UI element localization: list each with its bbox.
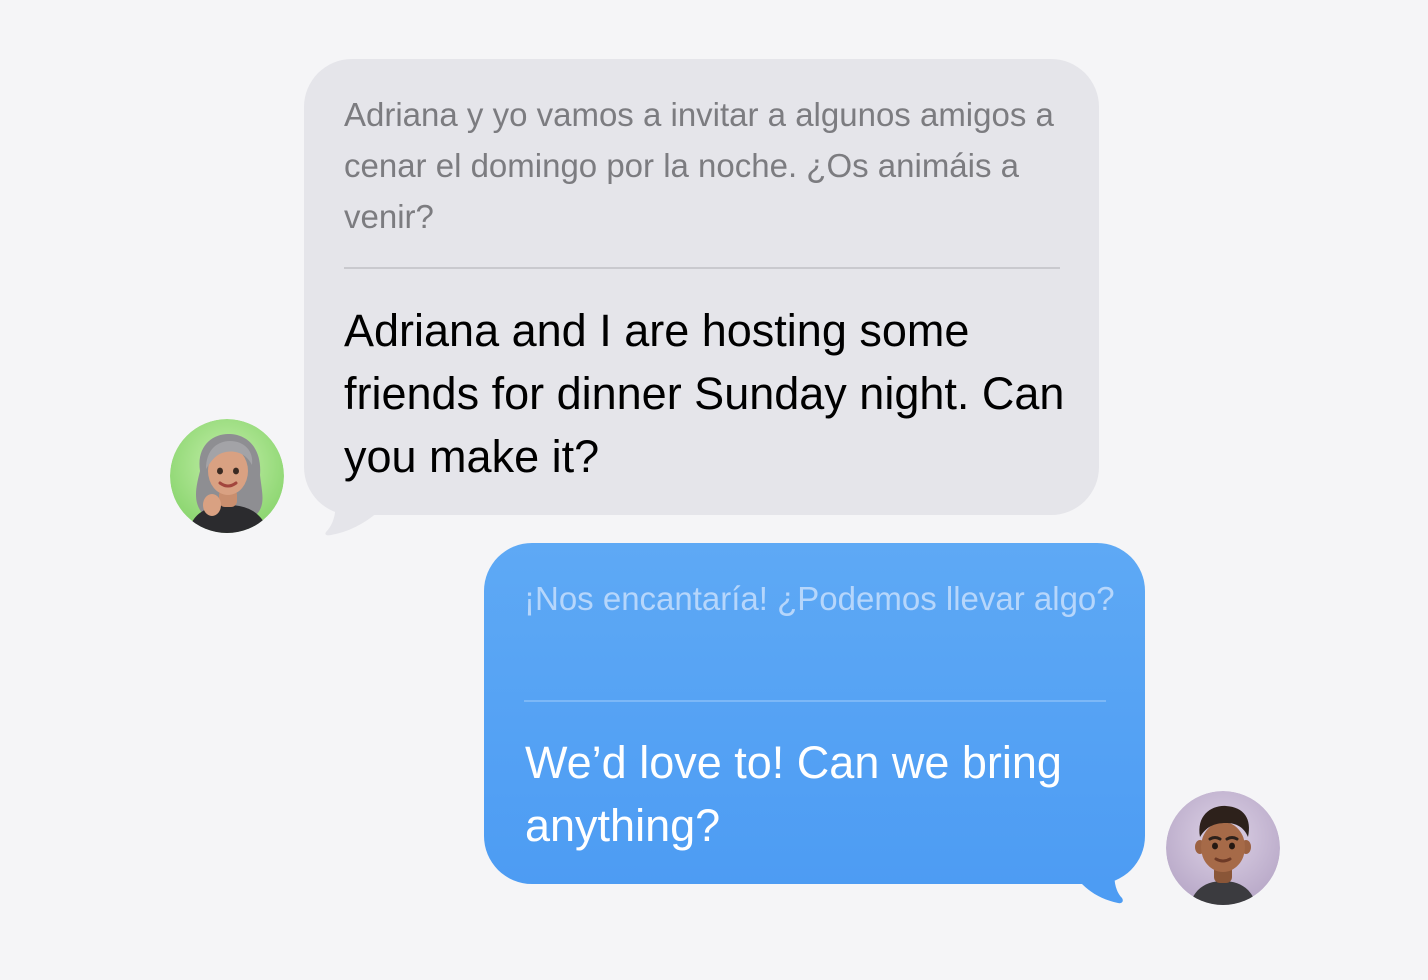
received-translated-text: Adriana and I are hosting some friends f… xyxy=(344,305,1065,482)
sent-translated-text: We’d love to! Can we bring anything? xyxy=(525,737,1062,851)
received-message-bubble[interactable]: Adriana y yo vamos a invitar a algunos a… xyxy=(304,59,1099,515)
translation-divider xyxy=(344,267,1060,269)
sender-avatar-friend[interactable] xyxy=(1166,791,1280,905)
translation-divider xyxy=(524,700,1106,702)
memoji-woman-icon xyxy=(170,419,284,533)
received-original-text: Adriana y yo vamos a invitar a algunos a… xyxy=(344,96,1054,235)
memoji-man-icon xyxy=(1166,791,1280,905)
sent-original-text: ¡Nos encantaría! ¿Podemos llevar algo? xyxy=(524,580,1115,617)
sent-message-bubble[interactable]: ¡Nos encantaría! ¿Podemos llevar algo? W… xyxy=(484,543,1145,884)
sender-avatar-adriana[interactable] xyxy=(170,419,284,533)
